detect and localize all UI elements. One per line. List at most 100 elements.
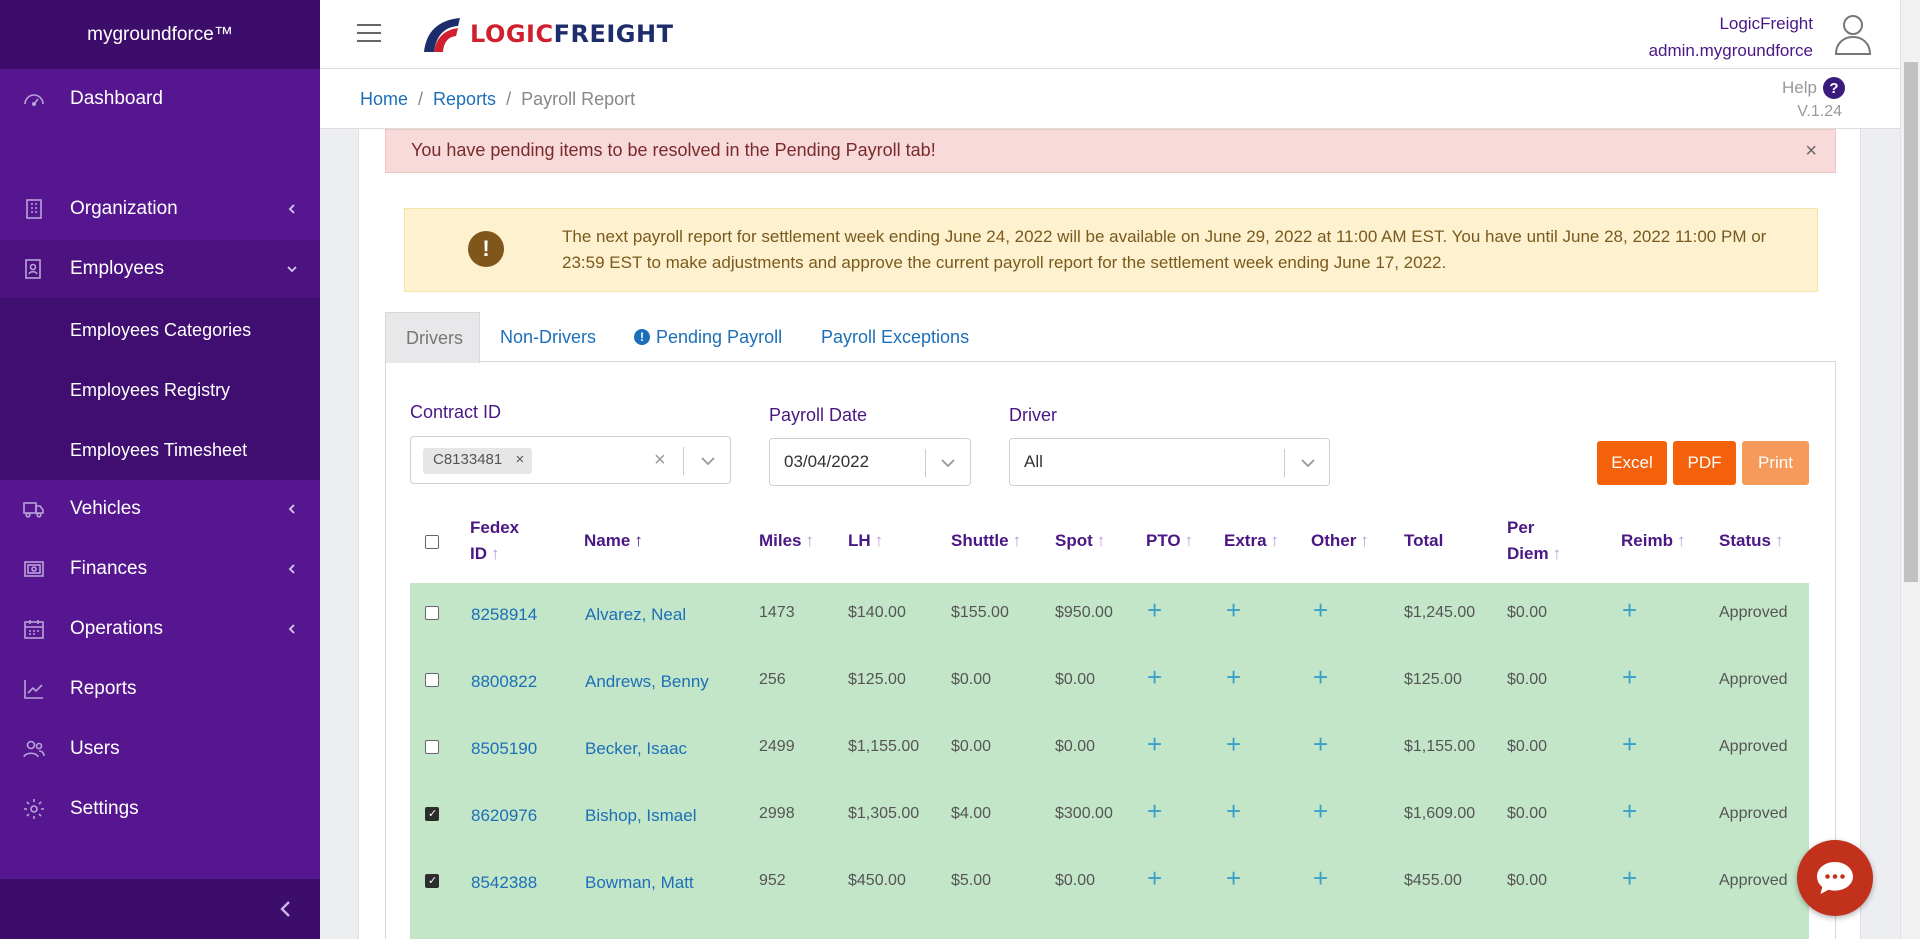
- add-pto-icon[interactable]: +: [1147, 863, 1162, 894]
- col-shuttle[interactable]: Shuttle ↑: [951, 528, 1021, 554]
- col-spot[interactable]: Spot ↑: [1055, 528, 1105, 554]
- tab-pending-payroll[interactable]: ! Pending Payroll: [614, 312, 802, 362]
- add-extra-icon[interactable]: +: [1226, 595, 1241, 626]
- sidebar-item-finances[interactable]: Finances: [0, 540, 320, 598]
- breadcrumb-home[interactable]: Home: [360, 89, 408, 109]
- table-row: 8620976 Bishop, Ismael 2998 $1,305.00 $4…: [410, 784, 1809, 851]
- add-reimb-icon[interactable]: +: [1622, 729, 1637, 760]
- add-reimb-icon[interactable]: +: [1622, 595, 1637, 626]
- col-extra[interactable]: Extra ↑: [1224, 528, 1279, 554]
- sidebar-item-reports[interactable]: Reports: [0, 660, 320, 718]
- breadcrumb-reports[interactable]: Reports: [433, 89, 496, 109]
- chevron-down-icon[interactable]: [700, 453, 716, 469]
- add-pto-icon[interactable]: +: [1147, 595, 1162, 626]
- chip-remove-icon[interactable]: ×: [515, 451, 524, 468]
- fedex-id-link[interactable]: 8542388: [471, 873, 537, 893]
- sidebar-item-organization[interactable]: Organization: [0, 180, 320, 238]
- logo[interactable]: LOGICFREIGHT: [420, 12, 673, 56]
- status-cell: Approved: [1719, 738, 1788, 755]
- status-cell: Approved: [1719, 805, 1788, 822]
- add-pto-icon[interactable]: +: [1147, 662, 1162, 693]
- add-reimb-icon[interactable]: +: [1622, 863, 1637, 894]
- col-miles[interactable]: Miles ↑: [759, 528, 814, 554]
- chat-button[interactable]: [1797, 840, 1873, 916]
- sidebar-subitem-employees-registry[interactable]: Employees Registry: [70, 380, 230, 401]
- fedex-id-link[interactable]: 8620976: [471, 806, 537, 826]
- user-info[interactable]: LogicFreight admin.mygroundforce: [1649, 10, 1813, 64]
- sidebar-item-dashboard[interactable]: Dashboard: [0, 70, 320, 128]
- row-checkbox[interactable]: [425, 673, 439, 687]
- sidebar-subitem-employees-categories[interactable]: Employees Categories: [70, 320, 251, 341]
- dashboard-icon: [24, 94, 44, 107]
- driver-name-link[interactable]: Andrews, Benny: [585, 672, 709, 692]
- add-pto-icon[interactable]: +: [1147, 729, 1162, 760]
- col-lh[interactable]: LH ↑: [848, 528, 883, 554]
- sidebar-brand[interactable]: mygroundforce™: [0, 0, 320, 69]
- chevron-left-icon: [288, 624, 295, 634]
- add-pto-icon[interactable]: +: [1147, 796, 1162, 827]
- print-button[interactable]: Print: [1742, 441, 1809, 485]
- user-account: admin.mygroundforce: [1648, 41, 1813, 60]
- excel-button[interactable]: Excel: [1597, 441, 1667, 485]
- add-other-icon[interactable]: +: [1313, 796, 1328, 827]
- sidebar-collapse-bar[interactable]: [0, 879, 320, 939]
- add-extra-icon[interactable]: +: [1226, 796, 1241, 827]
- select-all-checkbox[interactable]: [425, 535, 439, 549]
- contract-id-select[interactable]: C8133481 × ×: [410, 436, 731, 484]
- add-extra-icon[interactable]: +: [1226, 729, 1241, 760]
- add-reimb-icon[interactable]: +: [1622, 662, 1637, 693]
- sidebar-item-settings[interactable]: Settings: [0, 780, 320, 838]
- shuttle-cell: $4.00: [951, 805, 992, 822]
- col-name[interactable]: Name ↑: [584, 528, 643, 554]
- fedex-id-link[interactable]: 8800822: [471, 672, 537, 692]
- total-cell: $125.00: [1404, 671, 1462, 688]
- row-checkbox[interactable]: [425, 606, 439, 620]
- add-reimb-icon[interactable]: +: [1622, 796, 1637, 827]
- col-status[interactable]: Status ↑: [1719, 528, 1783, 554]
- sidebar-item-operations[interactable]: Operations: [0, 600, 320, 658]
- help-icon[interactable]: ?: [1823, 77, 1845, 99]
- help-link[interactable]: Help ?: [1782, 77, 1845, 99]
- tab-drivers[interactable]: Drivers: [385, 312, 480, 363]
- scrollbar-thumb[interactable]: [1904, 62, 1918, 582]
- chevron-down-icon[interactable]: [1300, 455, 1316, 471]
- sidebar-item-users[interactable]: Users: [0, 720, 320, 778]
- avatar[interactable]: [1833, 12, 1873, 56]
- add-extra-icon[interactable]: +: [1226, 662, 1241, 693]
- add-other-icon[interactable]: +: [1313, 662, 1328, 693]
- chevron-left-icon[interactable]: [274, 897, 298, 921]
- col-reimb[interactable]: Reimb ↑: [1621, 528, 1685, 554]
- miles-cell: 256: [759, 671, 786, 688]
- driver-name-link[interactable]: Bowman, Matt: [585, 873, 694, 893]
- col-per-diem[interactable]: Per Diem ↑: [1507, 515, 1561, 567]
- chevron-left-icon: [288, 564, 295, 574]
- row-checkbox[interactable]: [425, 807, 439, 821]
- tab-payroll-exceptions[interactable]: Payroll Exceptions: [801, 312, 989, 362]
- tab-non-drivers[interactable]: Non-Drivers: [480, 312, 616, 362]
- pdf-button[interactable]: PDF: [1673, 441, 1736, 485]
- add-other-icon[interactable]: +: [1313, 729, 1328, 760]
- row-checkbox[interactable]: [425, 874, 439, 888]
- add-other-icon[interactable]: +: [1313, 595, 1328, 626]
- fedex-id-link[interactable]: 8505190: [471, 739, 537, 759]
- driver-name-link[interactable]: Bishop, Ismael: [585, 806, 697, 826]
- chevron-down-icon[interactable]: [940, 455, 956, 471]
- fedex-id-link[interactable]: 8258914: [471, 605, 537, 625]
- driver-name-link[interactable]: Alvarez, Neal: [585, 605, 686, 625]
- col-pto[interactable]: PTO ↑: [1146, 528, 1193, 554]
- sidebar-item-vehicles[interactable]: Vehicles: [0, 480, 320, 538]
- payroll-date-select[interactable]: 03/04/2022: [769, 438, 971, 486]
- col-fedex-id[interactable]: Fedex ID ↑: [470, 515, 519, 567]
- driver-name-link[interactable]: Becker, Isaac: [585, 739, 687, 759]
- sidebar-item-employees[interactable]: Employees: [0, 240, 320, 298]
- row-checkbox[interactable]: [425, 740, 439, 754]
- add-extra-icon[interactable]: +: [1226, 863, 1241, 894]
- driver-select[interactable]: All: [1009, 438, 1330, 486]
- sidebar-subitem-employees-timesheet[interactable]: Employees Timesheet: [70, 440, 247, 461]
- add-other-icon[interactable]: +: [1313, 863, 1328, 894]
- clear-icon[interactable]: ×: [654, 449, 666, 472]
- page-scrollbar[interactable]: [1900, 0, 1920, 939]
- close-icon[interactable]: ×: [1805, 140, 1817, 163]
- col-other[interactable]: Other ↑: [1311, 528, 1369, 554]
- hamburger-menu-icon[interactable]: [356, 22, 382, 44]
